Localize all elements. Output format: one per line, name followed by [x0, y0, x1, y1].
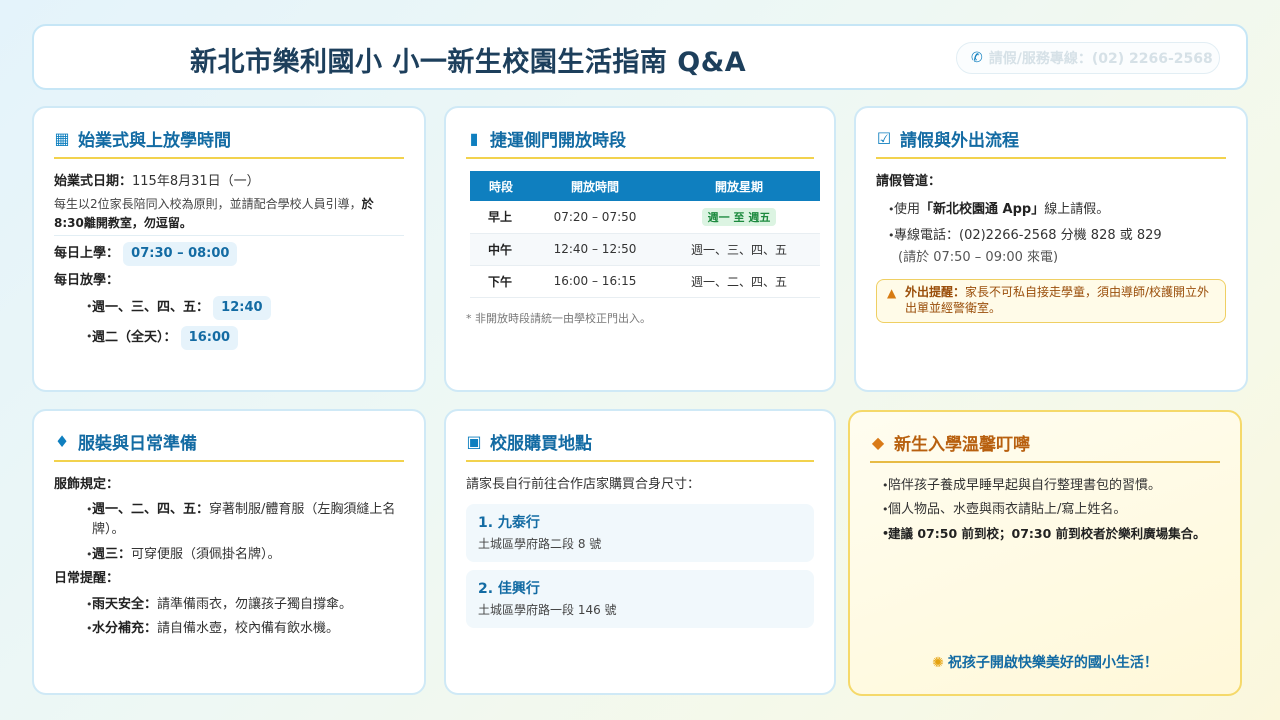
- table-row: 早上 07:20 – 07:50 週一 至 週五: [470, 201, 820, 234]
- schedule-card-header: ▦ 始業式與上放學時間: [54, 126, 404, 159]
- tip-item: 個人物品、水壺與雨衣請貼上/寫上姓名。: [870, 499, 1220, 521]
- uniform-intro: 請家長自行前往合作店家購買合身尺寸：: [466, 477, 701, 492]
- clipboard-check-icon: ☑: [876, 129, 892, 148]
- shirt-icon: ♦: [54, 432, 70, 451]
- calendar-icon: ▦: [54, 129, 70, 148]
- page-title: 新北市樂利國小 小一新生校園生活指南 Q&A: [190, 47, 747, 78]
- opening-date: 始業式日期：115年8月31日（一）: [54, 174, 260, 189]
- gate-card-header: ▮ 捷運側門開放時段: [466, 126, 814, 159]
- page-header: 新北市樂利國小 小一新生校園生活指南 Q&A ✆ 請假/服務專線：(02) 22…: [32, 24, 1248, 90]
- arrive-time-value: 07:30 – 08:00: [123, 242, 238, 266]
- uniform-card-header: ▣ 校服購買地點: [466, 429, 814, 462]
- leave-card-header: ☑ 請假與外出流程: [876, 126, 1226, 159]
- dress-card-header: ♦ 服裝與日常準備: [54, 429, 404, 462]
- schedule-card: ▦ 始業式與上放學時間 始業式日期：115年8月31日（一） 每生以2位家長陪同…: [32, 106, 426, 392]
- accompany-note: 每生以2位家長陪同入校為原則，並請配合學校人員引導，於 8:30離開教室，勿逗留…: [54, 195, 404, 236]
- hotline-text: 請假/服務專線：(02) 2266-2568: [988, 51, 1213, 67]
- pickup-alert: ▲ 外出提醒：家長不可私自接走學童，須由導師/校護開立外出單並經警衛室。: [876, 279, 1226, 323]
- dress-card: ♦ 服裝與日常準備 服飾規定： 週一、二、四、五：穿著制服/體育服（左胸須縫上名…: [32, 409, 426, 695]
- leave-phone-item: 專線電話：(02)2266-2568 分機 828 或 829: [876, 225, 1226, 247]
- leave-card-title: 請假與外出流程: [900, 131, 1019, 151]
- tip-item: 陪伴孩子養成早睡早起與自行整理書包的習慣。: [870, 475, 1220, 497]
- table-row: 中午 12:40 – 12:50 週一、三、四、五: [470, 233, 820, 266]
- table-row: 下午 16:00 – 16:15 週一、二、四、五: [470, 265, 820, 298]
- hotline-badge: ✆ 請假/服務專線：(02) 2266-2568: [956, 42, 1220, 74]
- store-icon: ▣: [466, 432, 482, 451]
- leave-card: ☑ 請假與外出流程 請假管道： 使用「新北校園通 App」線上請假。 專線電話：…: [854, 106, 1248, 392]
- dress-rule-item: 週三：可穿便服（須佩掛名牌）。: [54, 544, 404, 566]
- gate-card-title: 捷運側門開放時段: [490, 131, 626, 151]
- arrive-time: 每日上學： 07:30 – 08:00: [54, 242, 404, 266]
- dress-card-title: 服裝與日常準備: [78, 434, 197, 454]
- sun-icon: ✺: [932, 655, 944, 671]
- gate-footnote: * 非開放時段請統一由學校正門出入。: [466, 311, 651, 325]
- daily-reminder-label: 日常提醒：: [54, 571, 120, 586]
- phone-icon: ✆: [971, 50, 983, 66]
- store-item: 2. 佳興行 土城區學府路一段 146 號: [466, 570, 814, 628]
- leave-phone-hours: (請於 07:50 – 09:00 來電): [898, 250, 1059, 265]
- uniform-card: ▣ 校服購買地點 請家長自行前往合作店家購買合身尺寸： 1. 九泰行 土城區學府…: [444, 409, 836, 695]
- store-name: 1. 九泰行: [478, 515, 540, 531]
- dress-rule-label: 服飾規定：: [54, 477, 120, 492]
- dress-rule-item: 週一、二、四、五：穿著制服/體育服（左胸須縫上名牌）。: [54, 500, 404, 540]
- gate-table: 時段 開放時間 開放星期 早上 07:20 – 07:50 週一 至 週五 中午…: [470, 171, 820, 298]
- lightbulb-icon: ◆: [871, 433, 885, 452]
- leave-row: 週一、三、四、五： 12:40: [54, 296, 404, 320]
- uniform-card-title: 校服購買地點: [490, 434, 592, 454]
- daily-reminder-item: 雨天安全：請準備雨衣，勿讓孩子獨自撐傘。: [54, 594, 404, 616]
- tips-card-title: 新生入學溫馨叮嚀: [894, 435, 1030, 455]
- leave-label: 每日放學：: [54, 273, 120, 288]
- daily-reminder-item: 水分補充：請自備水壺，校內備有飲水機。: [54, 618, 404, 640]
- leave-row: 週二（全天）： 16:00: [54, 326, 404, 350]
- store-address: 土城區學府路一段 146 號: [478, 603, 617, 617]
- tips-card: ◆ 新生入學溫馨叮嚀 陪伴孩子養成早睡早起與自行整理書包的習慣。 個人物品、水壺…: [848, 410, 1242, 696]
- store-name: 2. 佳興行: [478, 581, 540, 597]
- leave-channel-label: 請假管道：: [876, 174, 942, 189]
- tips-card-header: ◆ 新生入學溫馨叮嚀: [870, 430, 1220, 463]
- schedule-card-title: 始業式與上放學時間: [78, 131, 231, 151]
- store-address: 土城區學府路二段 8 號: [478, 537, 602, 551]
- warning-icon: ▲: [887, 286, 897, 300]
- tip-item-arrival: 建議 07:50 前到校；07:30 前到校者於樂利廣場集合。: [870, 523, 1220, 545]
- gate-table-header: 時段 開放時間 開放星期: [470, 171, 820, 201]
- leave-app-item: 使用「新北校園通 App」線上請假。: [876, 199, 1226, 221]
- train-icon: ▮: [469, 129, 479, 148]
- closing-message: ✺ 祝孩子開啟快樂美好的國小生活！: [932, 655, 1158, 671]
- gate-card: ▮ 捷運側門開放時段 時段 開放時間 開放星期 早上 07:20 – 07:50…: [444, 106, 836, 392]
- store-item: 1. 九泰行 土城區學府路二段 8 號: [466, 504, 814, 562]
- weekday-tag: 週一 至 週五: [701, 207, 777, 226]
